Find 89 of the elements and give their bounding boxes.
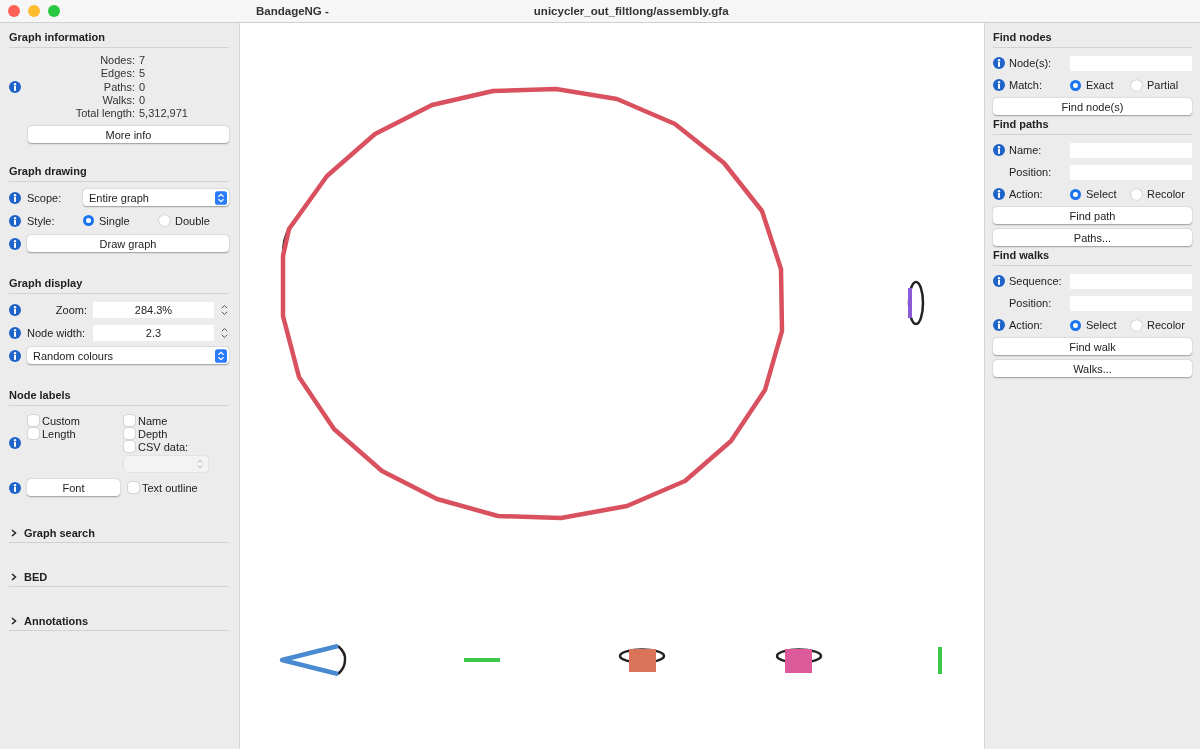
section-heading: Find paths bbox=[993, 118, 1192, 135]
walk-button[interactable]: Find walk bbox=[993, 338, 1192, 355]
zoom-field[interactable]: 284.3% bbox=[93, 302, 214, 318]
scope-dropdown[interactable]: Entire graph bbox=[83, 189, 229, 207]
info-icon[interactable] bbox=[993, 275, 1005, 287]
stat-label: Edges: bbox=[99, 67, 136, 81]
path-button[interactable]: Find path bbox=[993, 207, 1192, 224]
section-heading: Graph display bbox=[9, 277, 229, 295]
node-width-field[interactable]: 2.3 bbox=[93, 325, 214, 341]
section-heading: Graph information bbox=[9, 31, 229, 48]
section-heading: Graph drawing bbox=[9, 165, 229, 183]
dropdown-arrows-icon bbox=[215, 349, 227, 363]
stepper-icon[interactable] bbox=[220, 302, 229, 318]
checkbox-option[interactable]: Depth bbox=[124, 427, 208, 441]
stat-label: Paths: bbox=[102, 80, 136, 94]
checkbox-option[interactable]: Custom bbox=[28, 414, 124, 428]
checkbox-option[interactable]: Name bbox=[124, 414, 208, 428]
field-label: Action: bbox=[1009, 188, 1044, 200]
radio-option[interactable]: Single bbox=[83, 215, 153, 227]
info-icon[interactable] bbox=[993, 79, 1005, 91]
radio-option[interactable]: Select bbox=[1070, 188, 1127, 200]
dropdown-arrows-icon bbox=[215, 191, 227, 205]
close-button[interactable] bbox=[8, 5, 20, 17]
checkbox-option[interactable]: Length bbox=[28, 427, 124, 441]
field-label: Zoom: bbox=[54, 304, 87, 316]
field-label: Style: bbox=[27, 215, 56, 227]
stat-value: 5,312,971 bbox=[139, 107, 188, 121]
info-icon[interactable] bbox=[9, 81, 21, 94]
stat-value: 7 bbox=[139, 54, 146, 68]
checkbox-option[interactable]: Text outline bbox=[128, 481, 198, 495]
graph-node[interactable] bbox=[280, 86, 785, 521]
field-label: Action: bbox=[1009, 319, 1044, 331]
section-heading: Find walks bbox=[993, 249, 1192, 266]
info-icon[interactable] bbox=[9, 437, 21, 450]
stat-label: Total length: bbox=[74, 107, 136, 121]
info-icon[interactable] bbox=[9, 304, 21, 316]
font-button[interactable]: Font bbox=[27, 479, 120, 497]
radio-option[interactable]: Exact bbox=[1070, 79, 1127, 91]
info-icon[interactable] bbox=[993, 319, 1005, 331]
window-title: unicycler_out_filtlong/assembly.gfa bbox=[533, 5, 729, 17]
edge-line bbox=[337, 645, 347, 675]
graph-node[interactable] bbox=[279, 643, 339, 677]
stat-label: Nodes: bbox=[99, 54, 136, 68]
info-icon[interactable] bbox=[9, 482, 21, 494]
info-icon[interactable] bbox=[9, 215, 21, 227]
stat-value: 0 bbox=[139, 80, 146, 94]
info-icon[interactable] bbox=[9, 192, 21, 204]
draw-graph-button[interactable]: Draw graph bbox=[27, 235, 229, 253]
info-icon[interactable] bbox=[9, 327, 21, 339]
radio-option[interactable]: Recolor bbox=[1131, 319, 1188, 331]
field-label: Position: bbox=[1009, 166, 1053, 178]
section-heading: Node labels bbox=[9, 389, 229, 407]
field-label: Position: bbox=[1009, 297, 1053, 309]
field-label: Node(s): bbox=[1009, 57, 1053, 69]
stat-value: 5 bbox=[139, 67, 146, 81]
colour-scheme-dropdown[interactable]: Random colours bbox=[27, 347, 229, 365]
radio-option[interactable]: Recolor bbox=[1131, 188, 1188, 200]
graph-node[interactable] bbox=[908, 288, 912, 318]
stat-label: Walks: bbox=[101, 93, 136, 108]
field-label: Scope: bbox=[27, 192, 63, 204]
dropdown-arrows-icon bbox=[196, 458, 204, 471]
info-icon[interactable] bbox=[993, 188, 1005, 200]
collapsible-section-header[interactable]: BED bbox=[9, 567, 229, 588]
graph-node[interactable] bbox=[938, 647, 942, 674]
stat-value: 0 bbox=[139, 93, 146, 108]
collapsible-section-header[interactable]: Annotations bbox=[9, 611, 229, 632]
graph-node[interactable] bbox=[785, 649, 812, 673]
window-title: BandageNG - bbox=[256, 5, 329, 17]
field-label: Sequence: bbox=[1009, 275, 1063, 287]
radio-option[interactable]: Double bbox=[159, 215, 229, 227]
info-icon[interactable] bbox=[9, 350, 21, 362]
graph-node[interactable] bbox=[464, 658, 500, 662]
graph-node[interactable] bbox=[629, 649, 656, 672]
radio-option[interactable]: Select bbox=[1070, 319, 1127, 331]
walk-button[interactable]: Walks... bbox=[993, 360, 1192, 377]
info-icon[interactable] bbox=[993, 57, 1005, 69]
info-icon[interactable] bbox=[9, 238, 21, 250]
checkbox-option[interactable]: CSV data: bbox=[124, 440, 208, 454]
field-label: Match: bbox=[1009, 79, 1043, 91]
find-nodes-button[interactable]: Find node(s) bbox=[993, 98, 1192, 115]
field-label: Name: bbox=[1009, 144, 1043, 156]
path-button[interactable]: Paths... bbox=[993, 229, 1192, 246]
info-icon[interactable] bbox=[993, 144, 1005, 156]
section-heading: Find nodes bbox=[993, 31, 1192, 48]
more-info-button[interactable]: More info bbox=[28, 126, 229, 144]
field-label: Node width: bbox=[27, 327, 87, 339]
collapsible-section-header[interactable]: Graph search bbox=[9, 523, 229, 544]
radio-option[interactable]: Partial bbox=[1131, 79, 1188, 91]
stepper-icon[interactable] bbox=[220, 325, 229, 341]
